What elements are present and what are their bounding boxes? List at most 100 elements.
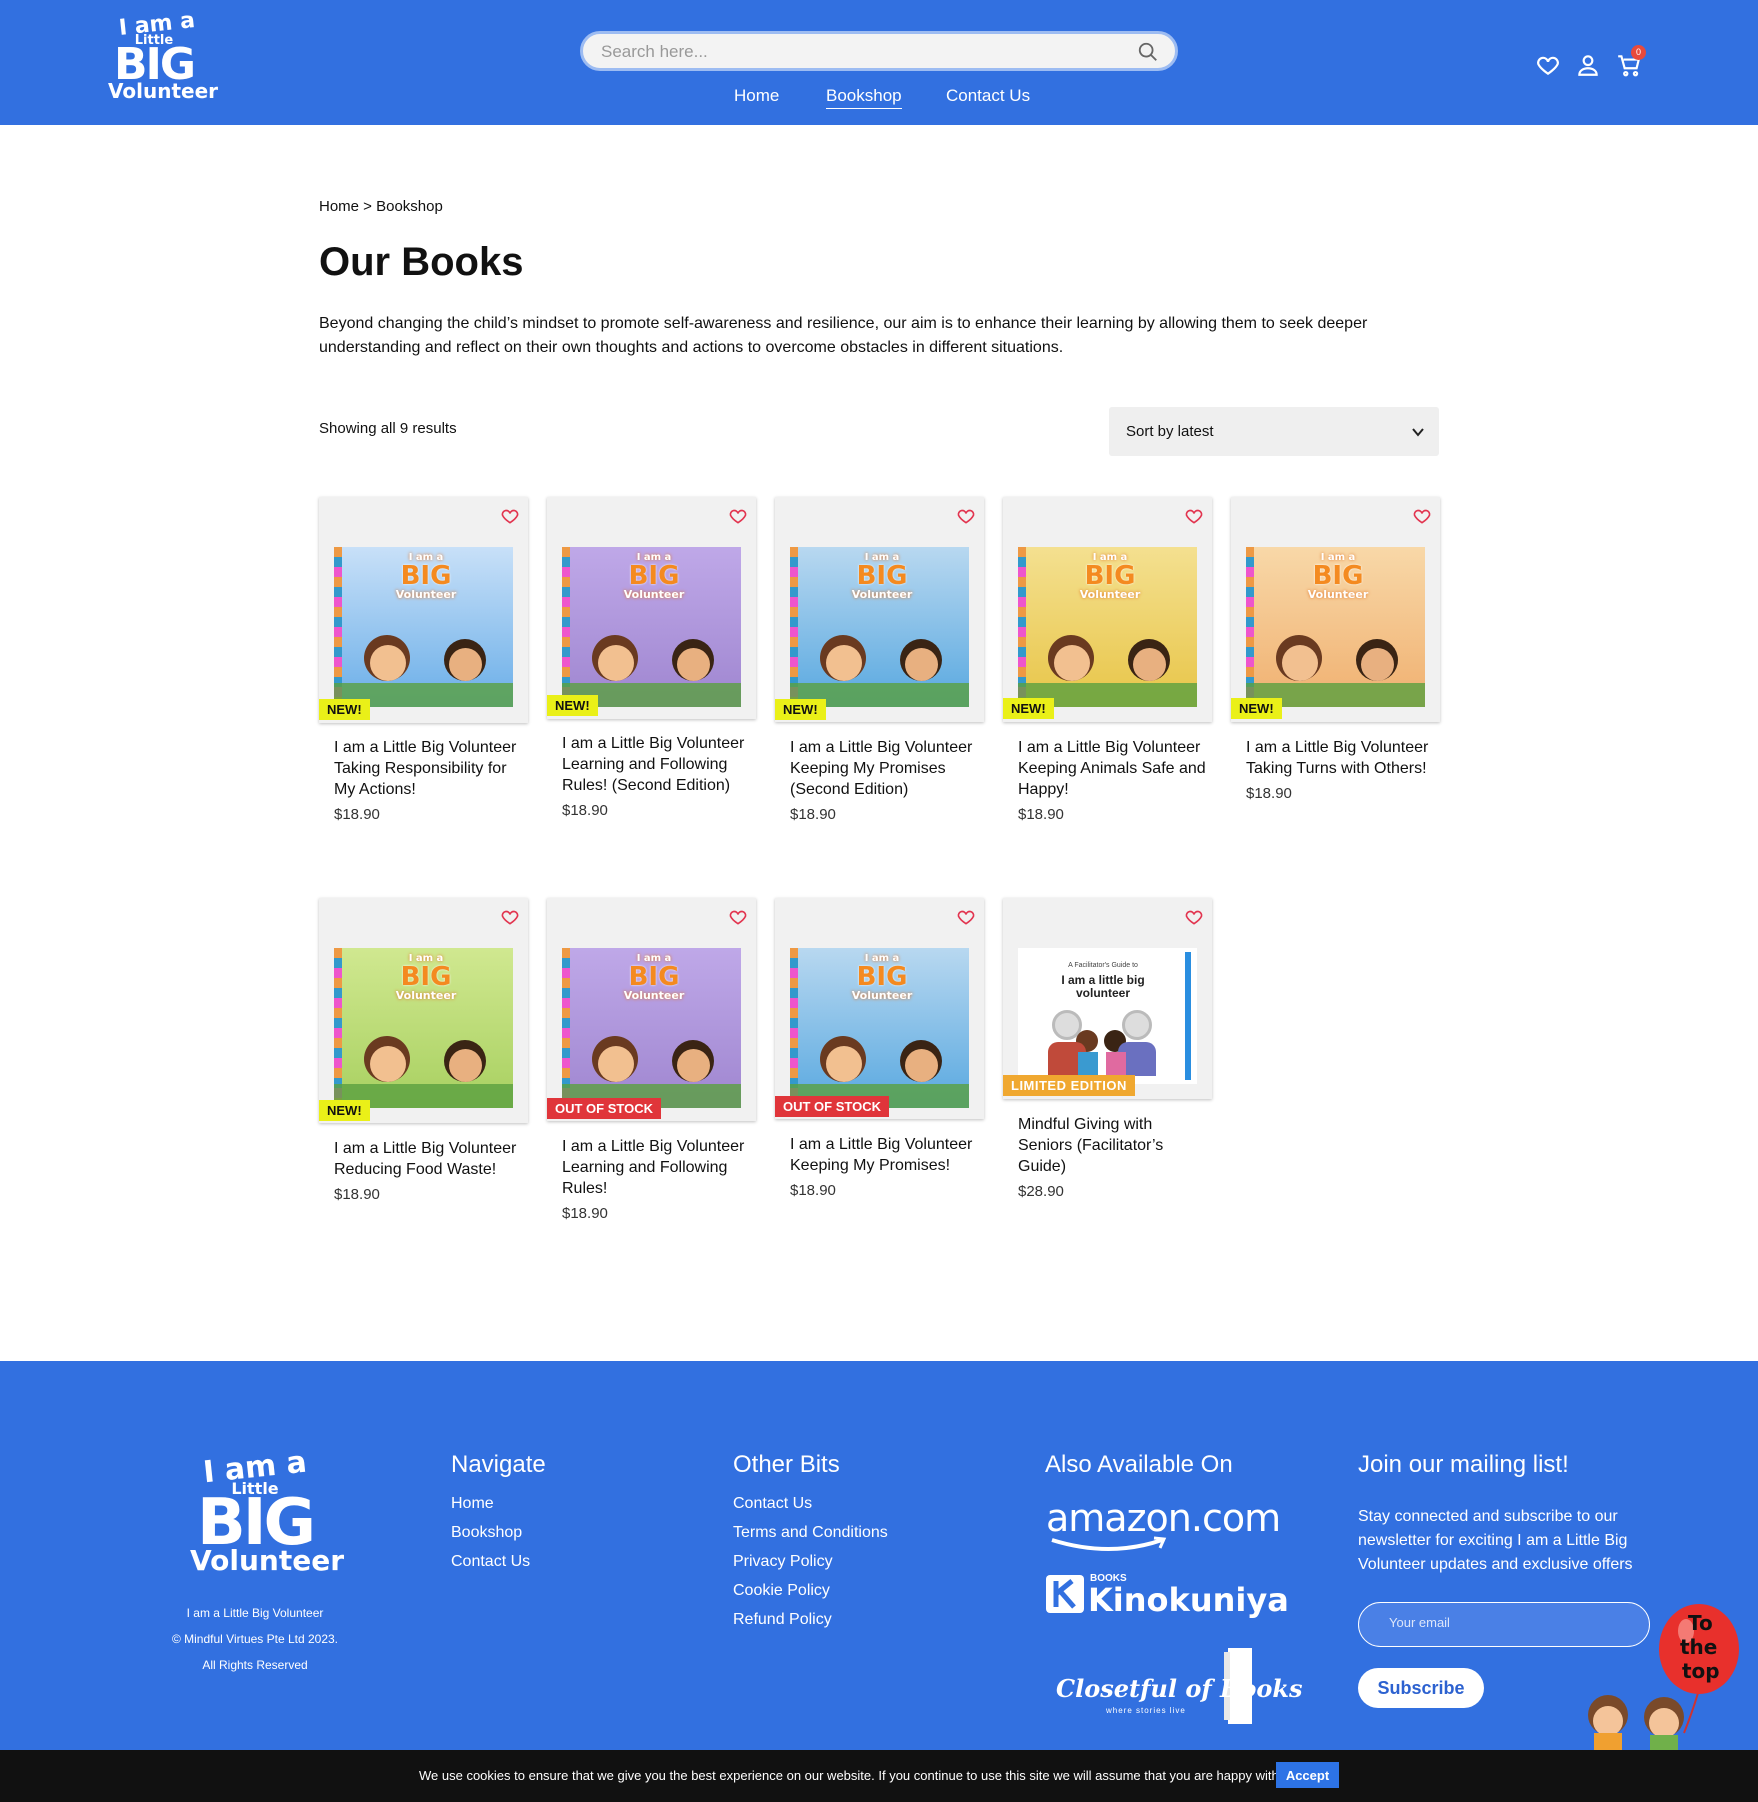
subscribe-button[interactable]: Subscribe [1358,1668,1484,1708]
cover-child-1-face [826,1046,862,1082]
footer-link-refund[interactable]: Refund Policy [733,1611,832,1629]
product-title[interactable]: I am a Little Big Volunteer Learning and… [562,1136,752,1199]
product-image[interactable]: I am a BIG Volunteer NEW! [775,497,984,722]
product-image[interactable]: I am a BIG Volunteer OUT OF STOCK [775,898,984,1119]
cover-title-line3: Volunteer [1079,588,1141,601]
sort-select[interactable]: Sort by latest [1109,407,1439,456]
footer-copyright: © Mindful Virtues Pte Ltd 2023. [171,1632,339,1646]
cover-title-line2: BIG [400,561,452,591]
site-logo[interactable]: I am a Little BIG Volunteer [108,8,218,112]
cover-title-line2: BIG [856,561,908,591]
product-image[interactable]: I am a BIG Volunteer NEW! [319,898,528,1123]
footer-link-contact-us[interactable]: Contact Us [451,1553,530,1571]
cover-title-line2: BIG [1084,561,1136,591]
book-cover: I am a BIG Volunteer [1246,547,1425,707]
accept-cookies-button[interactable]: Accept [1276,1762,1339,1788]
product-title[interactable]: I am a Little Big Volunteer Taking Turns… [1246,737,1436,779]
product-title[interactable]: I am a Little Big Volunteer Taking Respo… [334,737,524,800]
cover-child-1-face [598,645,634,681]
wishlist-heart-icon[interactable] [1184,907,1204,927]
breadcrumb[interactable]: Home > Bookshop [319,198,443,215]
search-input[interactable] [601,40,1121,64]
results-count: Showing all 9 results [319,420,457,437]
cover-child-1-face [370,1046,406,1082]
footer-link-home[interactable]: Home [451,1495,494,1513]
nav-bookshop[interactable]: Bookshop [826,86,902,109]
product-image[interactable]: I am a BIG Volunteer OUT OF STOCK [547,898,756,1121]
cookie-text: We use cookies to ensure that we give yo… [419,1768,1293,1783]
product-image[interactable]: A Facilitator's Guide to I am a little bi… [1003,898,1212,1099]
nav-home[interactable]: Home [734,86,779,106]
badge-new: NEW! [1231,698,1282,719]
footer-link-terms[interactable]: Terms and Conditions [733,1524,888,1542]
closetful-of-books-logo[interactable]: Closetful of Books where stories live [1046,1646,1302,1726]
wishlist-heart-icon[interactable] [500,907,520,927]
wishlist-heart-icon[interactable] [1184,506,1204,526]
wishlist-heart-icon[interactable] [956,506,976,526]
product-card[interactable]: A Facilitator's Guide to I am a little bi… [1003,898,1212,1258]
wishlist-heart-icon[interactable] [500,506,520,526]
product-card[interactable]: I am a BIG Volunteer NEW! I am a Little Big … [775,497,984,857]
product-title[interactable]: I am a Little Big Volunteer Reducing Foo… [334,1138,524,1180]
badge-out-of-stock: OUT OF STOCK [547,1098,661,1119]
cover-title: I am a little big volunteer [1061,973,1145,1000]
cover-child-1-face [1054,645,1090,681]
footer-company-name: I am a Little Big Volunteer [186,1606,324,1620]
search-bar [580,31,1178,71]
product-title[interactable]: I am a Little Big Volunteer Keeping My P… [790,1134,980,1176]
cover-figure-4 [1106,1052,1126,1076]
cover-figure-3 [1078,1052,1098,1076]
product-card[interactable]: I am a BIG Volunteer OUT OF STOCK I am a Lit… [547,898,756,1258]
footer-link-cookie[interactable]: Cookie Policy [733,1582,830,1600]
footer-logo[interactable]: I am a Little BIG Volunteer [190,1445,344,1575]
product-card[interactable]: I am a BIG Volunteer NEW! I am a Little Big … [1231,497,1440,857]
footer-link-privacy[interactable]: Privacy Policy [733,1553,833,1571]
cover-title-line3: Volunteer [395,989,457,1002]
wishlist-heart-icon[interactable] [956,907,976,927]
product-price: $18.90 [562,802,608,819]
product-card[interactable]: I am a BIG Volunteer NEW! I am a Little Big … [1003,497,1212,857]
product-card[interactable]: I am a BIG Volunteer NEW! I am a Little Big … [547,497,756,857]
product-title[interactable]: Mindful Giving with Seniors (Facilitator… [1018,1114,1208,1177]
wishlist-heart-icon[interactable] [728,907,748,927]
wishlist-heart-icon[interactable] [1412,506,1432,526]
wishlist-heart-icon[interactable] [728,506,748,526]
product-price: $28.90 [1018,1183,1064,1200]
footer-link-bookshop[interactable]: Bookshop [451,1524,522,1542]
cover-child-2-face [449,648,482,681]
cover-child-2-face [449,1049,482,1082]
intro-text: Beyond changing the child’s mindset to p… [319,315,1368,356]
wishlist-heart-icon[interactable] [1535,52,1561,78]
cover-spine [1185,952,1191,1080]
cover-title-line3: Volunteer [851,588,913,601]
cover-title-line2: BIG [628,561,680,591]
nav-contact-us[interactable]: Contact Us [946,86,1030,106]
chevron-down-icon [1412,428,1424,437]
book-cover: I am a BIG Volunteer [1018,547,1197,707]
scroll-to-top-button[interactable]: To the top [1560,1603,1745,1753]
product-title[interactable]: I am a Little Big Volunteer Learning and… [562,733,752,796]
cover-title: I am a BIG Volunteer [842,954,922,1002]
cover-title: I am a BIG Volunteer [1298,553,1378,601]
product-image[interactable]: I am a BIG Volunteer NEW! [1003,497,1212,722]
cover-title: I am a BIG Volunteer [1070,553,1150,601]
cover-child-2-face [1133,648,1166,681]
amazon-smile-icon [1051,1536,1167,1551]
cover-title-line3: Volunteer [623,588,685,601]
product-card[interactable]: I am a BIG Volunteer OUT OF STOCK I am a Lit… [775,898,984,1258]
product-image[interactable]: I am a BIG Volunteer NEW! [319,497,528,723]
search-icon[interactable] [1137,41,1159,63]
product-title[interactable]: I am a Little Big Volunteer Keeping Anim… [1018,737,1208,800]
cover-title: I am a BIG Volunteer [386,954,466,1002]
book-cover: A Facilitator's Guide to I am a little bi… [1018,948,1197,1084]
user-icon[interactable] [1575,52,1601,78]
product-price: $18.90 [1246,785,1292,802]
product-image[interactable]: I am a BIG Volunteer NEW! [1231,497,1440,722]
product-image[interactable]: I am a BIG Volunteer NEW! [547,497,756,719]
product-card[interactable]: I am a BIG Volunteer NEW! I am a Little Big … [319,497,528,857]
product-title[interactable]: I am a Little Big Volunteer Keeping My P… [790,737,980,800]
footer-link-contact[interactable]: Contact Us [733,1495,812,1513]
badge-out-of-stock: OUT OF STOCK [775,1096,889,1117]
product-card[interactable]: I am a BIG Volunteer NEW! I am a Little Big … [319,898,528,1258]
amazon-logo[interactable]: amazon.com [1046,1496,1281,1551]
